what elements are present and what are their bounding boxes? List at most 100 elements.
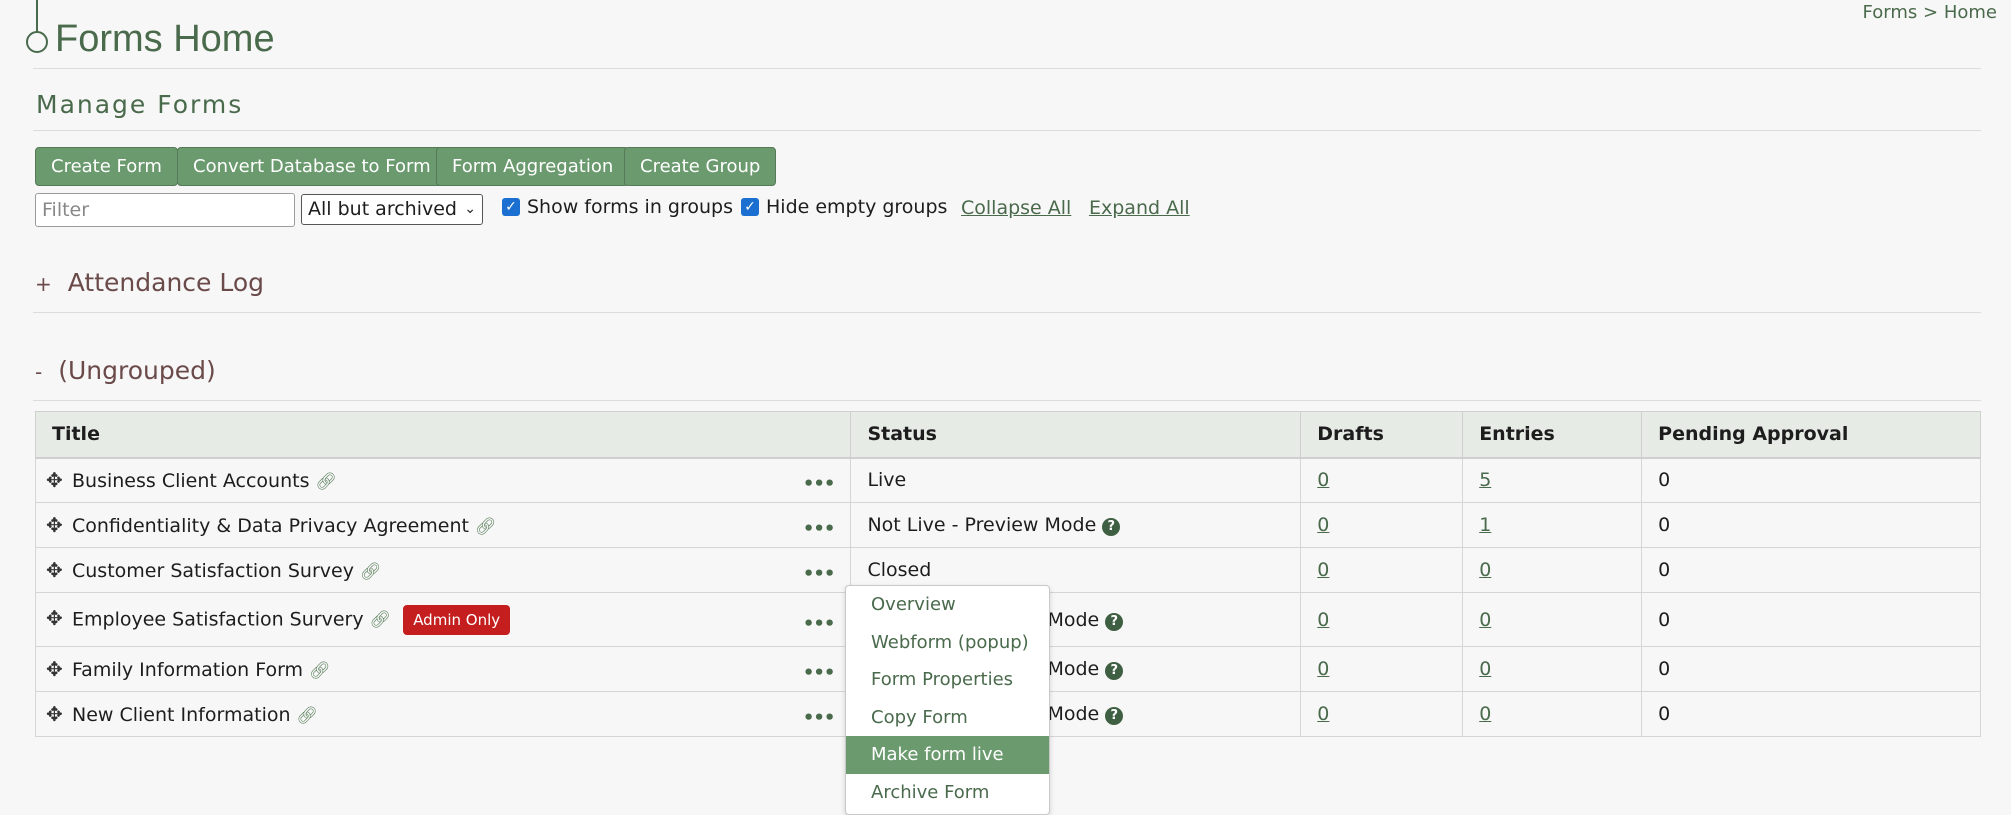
pending-cell: 0 bbox=[1641, 502, 1981, 548]
form-context-menu: Overview Webform (popup) Form Properties… bbox=[845, 585, 1050, 815]
move-icon[interactable]: ✥ bbox=[46, 468, 68, 492]
column-header-entries[interactable]: Entries bbox=[1462, 411, 1643, 459]
breadcrumb: Forms > Home bbox=[1863, 2, 1997, 23]
more-options-icon[interactable]: ••• bbox=[803, 564, 836, 585]
move-icon[interactable]: ✥ bbox=[46, 702, 68, 726]
drafts-link[interactable]: 0 bbox=[1317, 703, 1329, 725]
form-title-link[interactable]: Customer Satisfaction Survey bbox=[72, 560, 354, 582]
divider bbox=[33, 68, 1981, 69]
column-header-pending[interactable]: Pending Approval bbox=[1641, 411, 1981, 459]
group-header-ungrouped[interactable]: - (Ungrouped) bbox=[35, 356, 216, 385]
help-icon[interactable]: ? bbox=[1102, 518, 1121, 536]
more-options-icon[interactable]: ••• bbox=[803, 613, 836, 634]
form-title-link[interactable]: Family Information Form bbox=[72, 659, 303, 681]
move-icon[interactable]: ✥ bbox=[46, 558, 68, 582]
entries-link[interactable]: 0 bbox=[1479, 703, 1491, 725]
drafts-cell: 0 bbox=[1300, 547, 1464, 593]
collapse-all-link[interactable]: Collapse All bbox=[961, 197, 1071, 219]
divider bbox=[33, 130, 1981, 131]
menu-item-archive-form[interactable]: Archive Form bbox=[846, 774, 1049, 812]
entries-link[interactable]: 5 bbox=[1479, 469, 1491, 491]
title-cell: ✥ Business Client Accounts 🔗︎ ••• bbox=[34, 457, 852, 503]
status-text: Mode bbox=[1047, 608, 1100, 631]
menu-item-overview[interactable]: Overview bbox=[846, 586, 1049, 624]
more-options-icon[interactable]: ••• bbox=[803, 474, 836, 495]
status-text: Mode bbox=[1047, 703, 1100, 725]
entries-link[interactable]: 0 bbox=[1479, 559, 1491, 581]
hide-empty-checkbox[interactable]: ✓ bbox=[741, 198, 759, 216]
pending-cell: 0 bbox=[1641, 457, 1981, 503]
title-cell: ✥ Customer Satisfaction Survey 🔗︎ ••• bbox=[34, 547, 852, 593]
link-icon[interactable]: 🔗︎ bbox=[315, 472, 337, 492]
drafts-link[interactable]: 0 bbox=[1317, 559, 1329, 581]
show-groups-checkbox[interactable]: ✓ bbox=[502, 198, 520, 216]
help-icon[interactable]: ? bbox=[1105, 612, 1124, 631]
create-group-button[interactable]: Create Group bbox=[624, 147, 777, 186]
drafts-link[interactable]: 0 bbox=[1317, 609, 1329, 631]
expand-all-link[interactable]: Expand All bbox=[1089, 197, 1190, 219]
drafts-link[interactable]: 0 bbox=[1317, 469, 1329, 491]
form-aggregation-button[interactable]: Form Aggregation bbox=[436, 147, 630, 186]
form-title-link[interactable]: Business Client Accounts bbox=[72, 470, 309, 492]
drafts-cell: 0 bbox=[1300, 691, 1464, 737]
entries-link[interactable]: 0 bbox=[1479, 609, 1491, 631]
drafts-link[interactable]: 0 bbox=[1317, 514, 1329, 536]
pending-cell: 0 bbox=[1641, 592, 1981, 647]
menu-item-copy-form[interactable]: Copy Form bbox=[846, 699, 1049, 737]
drafts-cell: 0 bbox=[1300, 502, 1464, 548]
hide-empty-label: Hide empty groups bbox=[766, 196, 948, 218]
breadcrumb-home[interactable]: Home bbox=[1944, 2, 1997, 23]
form-title-link[interactable]: New Client Information bbox=[72, 704, 291, 726]
move-icon[interactable]: ✥ bbox=[46, 513, 68, 537]
convert-database-button[interactable]: Convert Database to Form bbox=[177, 147, 447, 186]
admin-only-badge: Admin Only bbox=[403, 604, 511, 635]
group-name: Attendance Log bbox=[67, 268, 265, 297]
chevron-down-icon: ⌄ bbox=[464, 201, 476, 217]
page-title: Forms Home bbox=[55, 18, 275, 60]
entries-cell: 0 bbox=[1462, 691, 1643, 737]
timeline-line bbox=[36, 0, 38, 32]
link-icon[interactable]: 🔗︎ bbox=[297, 706, 319, 726]
group-header-attendance-log[interactable]: + Attendance Log bbox=[35, 268, 264, 297]
menu-item-make-form-live[interactable]: Make form live bbox=[846, 736, 1049, 774]
create-form-button[interactable]: Create Form bbox=[35, 147, 178, 186]
table-header-row: Title Status Drafts Entries Pending Appr… bbox=[34, 411, 1981, 459]
link-icon[interactable]: 🔗︎ bbox=[475, 517, 497, 537]
menu-item-form-properties[interactable]: Form Properties bbox=[846, 661, 1049, 699]
title-cell: ✥ Employee Satisfaction Survery 🔗︎ Admin On… bbox=[34, 592, 852, 647]
link-icon[interactable]: 🔗︎ bbox=[360, 562, 382, 582]
help-icon[interactable]: ? bbox=[1105, 707, 1124, 725]
column-header-status[interactable]: Status bbox=[850, 411, 1302, 459]
section-title: Manage Forms bbox=[36, 90, 244, 119]
more-options-icon[interactable]: ••• bbox=[803, 519, 836, 540]
entries-link[interactable]: 1 bbox=[1479, 514, 1491, 536]
table-row: ✥ Confidentiality & Data Privacy Agreemen… bbox=[34, 502, 1981, 548]
collapse-icon: - bbox=[35, 360, 43, 384]
filter-input[interactable] bbox=[35, 193, 295, 227]
divider bbox=[33, 400, 1981, 401]
entries-cell: 5 bbox=[1462, 457, 1643, 503]
entries-link[interactable]: 0 bbox=[1479, 658, 1491, 680]
breadcrumb-forms[interactable]: Forms bbox=[1863, 2, 1918, 23]
link-icon[interactable]: 🔗︎ bbox=[309, 661, 331, 681]
status-cell: Not Live - Preview Mode? bbox=[850, 502, 1302, 548]
status-text: Not Live - Preview Mode bbox=[867, 514, 1097, 536]
group-name: (Ungrouped) bbox=[58, 356, 216, 385]
drafts-link[interactable]: 0 bbox=[1317, 658, 1329, 680]
move-icon[interactable]: ✥ bbox=[46, 606, 68, 630]
entries-cell: 0 bbox=[1462, 646, 1643, 692]
move-icon[interactable]: ✥ bbox=[46, 657, 68, 681]
archive-filter-select[interactable]: All but archived ⌄ bbox=[301, 194, 483, 225]
more-options-icon[interactable]: ••• bbox=[803, 663, 836, 684]
entries-cell: 1 bbox=[1462, 502, 1643, 548]
column-header-drafts[interactable]: Drafts bbox=[1300, 411, 1464, 459]
column-header-title[interactable]: Title bbox=[34, 411, 852, 459]
help-icon[interactable]: ? bbox=[1105, 662, 1124, 680]
status-cell: Live bbox=[850, 457, 1302, 503]
link-icon[interactable]: 🔗︎ bbox=[370, 610, 392, 630]
menu-item-webform-popup[interactable]: Webform (popup) bbox=[846, 624, 1049, 662]
more-options-icon[interactable]: ••• bbox=[803, 708, 836, 729]
archive-filter-value: All but archived bbox=[308, 198, 457, 220]
form-title-link[interactable]: Employee Satisfaction Survery bbox=[72, 608, 364, 630]
form-title-link[interactable]: Confidentiality & Data Privacy Agreement bbox=[72, 515, 469, 537]
